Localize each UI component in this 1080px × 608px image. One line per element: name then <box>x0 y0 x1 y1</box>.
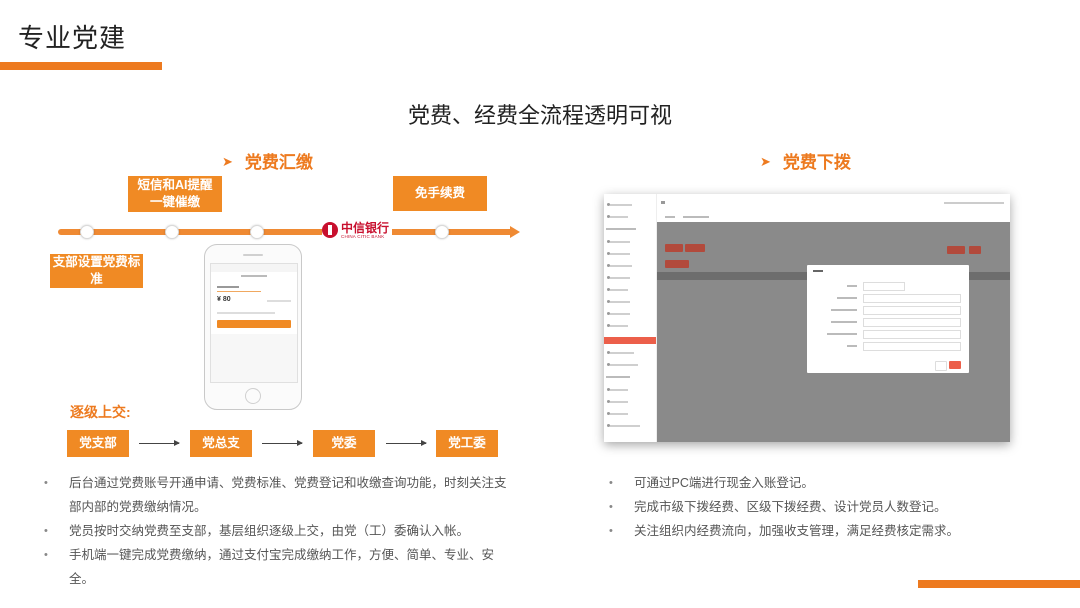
section-title-allocate: ➤ 党费下拨 <box>760 148 851 173</box>
list-item: 手机端一键完成党费缴纳，通过支付宝完成缴纳工作，方便、简单、专业、安全。 <box>44 543 514 591</box>
right-bullet-list: 可通过PC端进行现金入账登记。 完成市级下拨经费、区级下拨经费、设计党员人数登记… <box>609 471 1049 543</box>
flow-label: 逐级上交: <box>70 404 131 420</box>
flow-step-committee: 党委 <box>313 430 375 457</box>
pc-modal-overlay <box>657 222 1010 442</box>
timeline-arrowhead-icon <box>510 226 520 238</box>
timeline-dot <box>80 225 94 239</box>
phone-speaker <box>243 254 263 256</box>
slide-headline: 党费、经费全流程透明可视 <box>407 103 672 128</box>
phone-mockup: ¥ 80 <box>204 244 302 410</box>
phone-home-button <box>245 388 261 404</box>
bank-name-cn: 中信银行 <box>341 220 390 235</box>
fee-exempt-box: 免手续费 <box>393 176 487 211</box>
timeline-dot <box>165 225 179 239</box>
section-title-allocate-text: 党费下拨 <box>782 153 851 172</box>
timeline-dot <box>250 225 264 239</box>
citic-bank-logo: 中信银行 CHINA CITIC BANK <box>322 218 392 242</box>
title-underline <box>0 62 162 70</box>
flow-arrow-icon <box>386 440 427 446</box>
sms-reminder-box: 短信和AI提醒 一键催缴 <box>128 176 222 212</box>
branch-standard-box: 支部设置党费标准 <box>50 254 143 288</box>
list-item: 完成市级下拨经费、区级下拨经费、设计党员人数登记。 <box>609 495 1049 519</box>
triangle-right-icon: ➤ <box>760 154 771 169</box>
list-item: 可通过PC端进行现金入账登记。 <box>609 471 1049 495</box>
list-item: 后台通过党费账号开通申请、党费标准、党费登记和收缴查询功能，时刻关注支部内部的党… <box>44 471 514 519</box>
flow-step-branch: 党支部 <box>67 430 129 457</box>
triangle-right-icon: ➤ <box>222 154 233 169</box>
flow-arrow-icon <box>139 440 180 446</box>
pc-admin-screenshot <box>604 194 1010 442</box>
pc-dialog <box>807 265 969 373</box>
page-title: 专业党建 <box>18 23 127 53</box>
bottom-accent-bar <box>918 580 1080 588</box>
phone-screen: ¥ 80 <box>210 263 298 383</box>
list-item: 关注组织内经费流向，加强收支管理，满足经费核定需求。 <box>609 519 1049 543</box>
flow-step-work-committee: 党工委 <box>436 430 498 457</box>
left-bullet-list: 后台通过党费账号开通申请、党费标准、党费登记和收缴查询功能，时刻关注支部内部的党… <box>44 471 514 591</box>
pc-sidebar <box>604 194 657 442</box>
bank-emblem-icon <box>322 222 338 238</box>
list-item: 党员按时交纳党费至支部，基层组织逐级上交，由党（工）委确认入帐。 <box>44 519 514 543</box>
flow-step-general-branch: 党总支 <box>190 430 252 457</box>
section-title-collect: ➤ 党费汇缴 <box>222 148 313 173</box>
flow-arrow-icon <box>262 440 303 446</box>
section-title-collect-text: 党费汇缴 <box>244 153 313 172</box>
timeline-dot <box>435 225 449 239</box>
bank-name-en: CHINA CITIC BANK <box>341 233 385 239</box>
